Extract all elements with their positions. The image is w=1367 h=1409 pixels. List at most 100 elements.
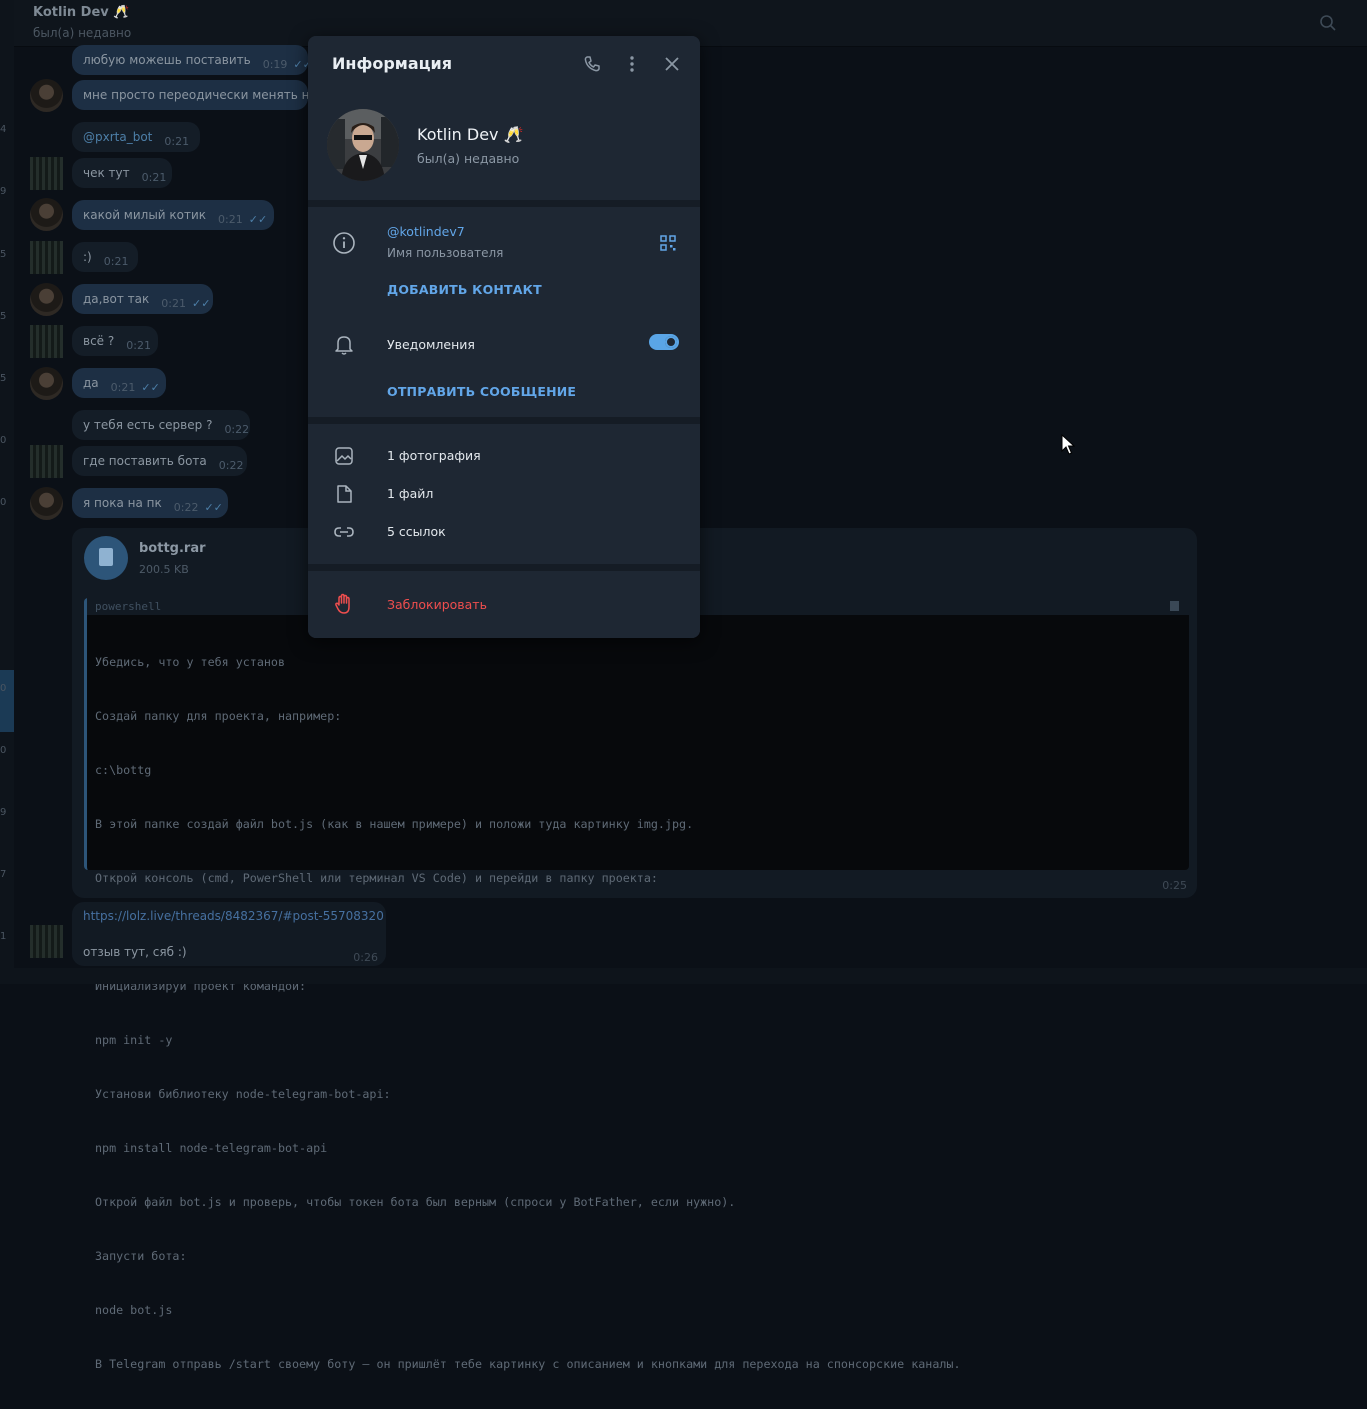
avatar[interactable] bbox=[30, 925, 63, 958]
message-text: отзыв тут, сяб :) bbox=[83, 945, 187, 959]
section-divider bbox=[308, 417, 700, 424]
message-text: чек тут bbox=[83, 166, 130, 180]
qr-code-icon[interactable] bbox=[660, 235, 676, 251]
more-vertical-icon[interactable] bbox=[629, 55, 635, 73]
message-time: 0:21 bbox=[110, 381, 136, 394]
media-section bbox=[308, 424, 700, 564]
chat-list-strip[interactable]: 4 9 5 5 5 0 0 0 0 9 7 1 bbox=[0, 0, 14, 984]
code-line: node bot.js bbox=[95, 1303, 173, 1317]
chat-list-mark: 9 bbox=[0, 807, 7, 818]
chat-title[interactable]: Kotlin Dev 🥂 bbox=[33, 5, 129, 20]
message-text: мне просто переодически менять н bbox=[83, 88, 308, 102]
message-time: 0:22 bbox=[173, 501, 199, 514]
chat-list-selected[interactable] bbox=[0, 670, 14, 732]
message-bubble[interactable]: где поставить бота 0:22 bbox=[72, 446, 247, 476]
message-time: 0:25 bbox=[1162, 879, 1187, 892]
links-item[interactable]: 5 ссылок bbox=[387, 524, 446, 539]
message-bubble[interactable]: https://lolz.live/threads/8482367/#post-… bbox=[72, 902, 386, 966]
message-bubble[interactable]: да,вот так 0:21 ✓✓ bbox=[72, 284, 213, 314]
notifications-toggle[interactable] bbox=[649, 334, 679, 350]
avatar[interactable] bbox=[30, 241, 63, 274]
chat-list-mark: 5 bbox=[0, 373, 7, 384]
message-bubble[interactable]: какой милый котик 0:21 ✓✓ bbox=[72, 200, 274, 230]
close-icon[interactable] bbox=[664, 56, 680, 72]
chat-list-mark: 5 bbox=[0, 249, 7, 260]
message-time: 0:22 bbox=[218, 459, 244, 472]
avatar[interactable] bbox=[30, 445, 63, 478]
info-icon bbox=[332, 231, 356, 255]
avatar[interactable] bbox=[30, 79, 63, 112]
send-message-button[interactable]: ОТПРАВИТЬ СООБЩЕНИЕ bbox=[387, 384, 576, 399]
message-text: какой милый котик bbox=[83, 208, 207, 222]
chat-list-mark: 1 bbox=[0, 931, 7, 942]
message-text: любую можешь поставить bbox=[83, 53, 251, 67]
code-line: Запусти бота: bbox=[95, 1249, 187, 1263]
message-bubble[interactable]: мне просто переодически менять н bbox=[72, 80, 308, 110]
message-link[interactable]: @pxrta_bot bbox=[83, 130, 152, 144]
read-check-icon: ✓✓ bbox=[191, 296, 211, 310]
search-icon[interactable] bbox=[1319, 14, 1337, 32]
chat-list-mark: 0 bbox=[0, 497, 7, 508]
message-text: где поставить бота bbox=[83, 454, 207, 468]
block-hand-icon bbox=[334, 593, 354, 615]
message-bubble[interactable]: @pxrta_bot 0:21 bbox=[72, 122, 200, 152]
message-time: 0:21 bbox=[161, 297, 186, 310]
phone-icon[interactable] bbox=[583, 55, 601, 73]
composer-bar[interactable] bbox=[14, 968, 1367, 984]
section-divider bbox=[308, 564, 700, 571]
message-bubble[interactable]: да 0:21 ✓✓ bbox=[72, 368, 166, 398]
message-bubble[interactable]: любую можешь поставить 0:19 ✓✓ bbox=[72, 45, 308, 75]
code-block[interactable]: powershell Убедись, что у тебя установ С… bbox=[84, 598, 1189, 1371]
read-check-icon: ✓✓ bbox=[141, 380, 160, 394]
message-time: 0:21 bbox=[103, 255, 129, 268]
chat-list-mark: 9 bbox=[0, 186, 7, 197]
link-icon bbox=[333, 523, 355, 541]
copy-icon[interactable] bbox=[1170, 601, 1179, 611]
chat-list-mark: 0 bbox=[0, 745, 7, 756]
avatar[interactable] bbox=[30, 325, 63, 358]
message-text: я пока на пк bbox=[83, 496, 162, 510]
read-check-icon: ✓✓ bbox=[293, 57, 308, 71]
block-section bbox=[308, 571, 700, 638]
chat-list-mark: 0 bbox=[0, 435, 7, 446]
avatar[interactable] bbox=[30, 198, 63, 231]
notifications-label: Уведомления bbox=[387, 337, 475, 352]
code-line: Открой файл bot.js и проверь, чтобы токе… bbox=[95, 1195, 736, 1209]
message-bubble[interactable]: чек тут 0:21 bbox=[72, 158, 172, 188]
code-line: В этой папке создай файл bot.js (как в н… bbox=[95, 817, 694, 831]
message-time: 0:21 bbox=[164, 135, 190, 148]
avatar[interactable] bbox=[30, 367, 63, 400]
code-line: Открой консоль (cmd, PowerShell или терм… bbox=[95, 871, 658, 885]
avatar[interactable] bbox=[30, 283, 63, 316]
username-link[interactable]: @kotlindev7 bbox=[387, 224, 465, 239]
avatar[interactable] bbox=[30, 487, 63, 520]
message-time: 0:21 bbox=[126, 339, 151, 352]
avatar[interactable] bbox=[30, 157, 63, 190]
add-contact-button[interactable]: ДОБАВИТЬ КОНТАКТ bbox=[387, 282, 542, 297]
username-label: Имя пользователя bbox=[387, 246, 504, 260]
message-time: 0:21 bbox=[218, 213, 243, 226]
profile-name: Kotlin Dev 🥂 bbox=[417, 125, 524, 144]
message-text: :) bbox=[83, 250, 92, 264]
profile-status: был(а) недавно bbox=[417, 151, 520, 166]
message-bubble[interactable]: у тебя есть сервер ? 0:22 bbox=[72, 410, 250, 440]
files-item[interactable]: 1 файл bbox=[387, 486, 433, 501]
file-icon[interactable] bbox=[84, 536, 128, 580]
chat-list-mark: 0 bbox=[0, 683, 7, 694]
code-line: Убедись, что у тебя установ bbox=[95, 655, 285, 669]
message-link[interactable]: https://lolz.live/threads/8482367/#post-… bbox=[83, 909, 384, 923]
message-text: да,вот так bbox=[83, 292, 150, 306]
message-time: 0:22 bbox=[224, 423, 250, 436]
message-bubble[interactable]: :) 0:21 bbox=[72, 242, 138, 272]
message-text: у тебя есть сервер ? bbox=[83, 418, 213, 432]
photos-item[interactable]: 1 фотография bbox=[387, 448, 481, 463]
chat-status: был(а) недавно bbox=[33, 26, 132, 40]
mouse-cursor-icon bbox=[1061, 433, 1076, 460]
block-user-button[interactable]: Заблокировать bbox=[387, 597, 487, 612]
code-lines: Убедись, что у тебя установ Создай папку… bbox=[87, 615, 1189, 1409]
message-bubble[interactable]: всё ? 0:21 bbox=[72, 326, 158, 356]
message-bubble[interactable]: я пока на пк 0:22 ✓✓ bbox=[72, 488, 228, 518]
code-line: npm init -y bbox=[95, 1033, 173, 1047]
file-name[interactable]: bottg.rar bbox=[139, 541, 206, 556]
profile-avatar[interactable] bbox=[327, 109, 399, 181]
